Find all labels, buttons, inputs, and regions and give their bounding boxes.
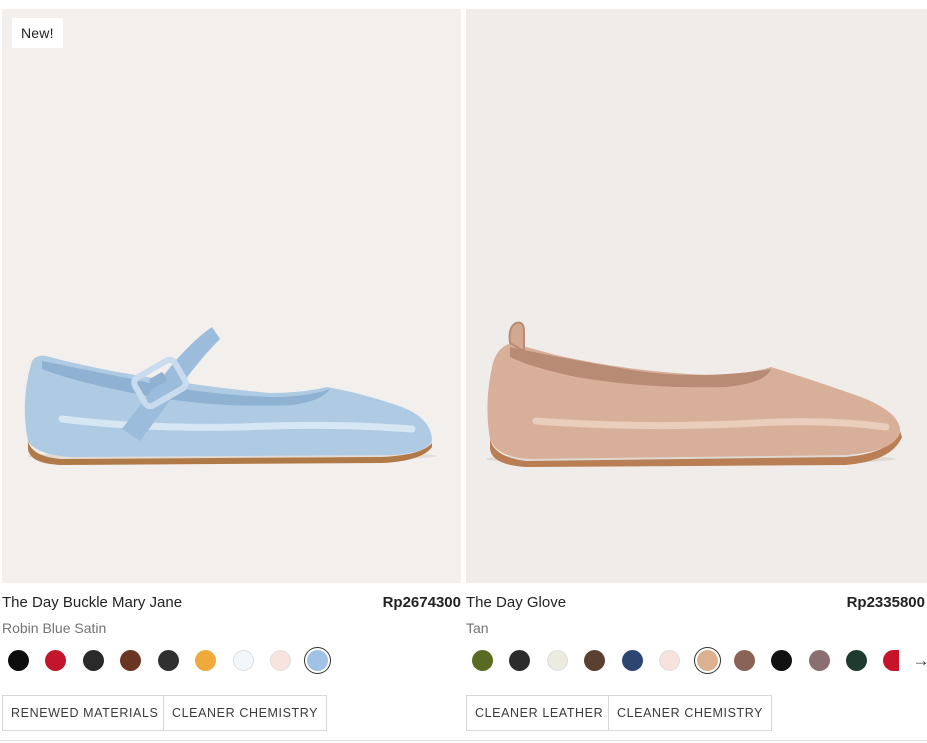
divider <box>0 740 927 741</box>
swatch-black[interactable] <box>771 650 792 671</box>
product-image[interactable] <box>466 9 927 583</box>
swatch-chocolate[interactable] <box>584 650 605 671</box>
swatch-olive[interactable] <box>472 650 493 671</box>
swatch-forest[interactable] <box>846 650 867 671</box>
new-badge: New! <box>12 18 63 48</box>
swatch-mocha[interactable] <box>734 650 755 671</box>
product-card-buckle-mary-jane[interactable]: New! The Day Buckle Mary Jane Rp2674300 … <box>2 0 461 743</box>
color-swatch-list <box>5 647 464 674</box>
color-swatch-list: → <box>469 647 927 674</box>
product-price: Rp2674300 <box>382 594 461 611</box>
swatch-black[interactable] <box>8 650 29 671</box>
swatch-white[interactable] <box>233 650 254 671</box>
product-color-name: Robin Blue Satin <box>2 620 107 636</box>
swatch-robin-blue[interactable] <box>304 647 331 674</box>
swatch-brown[interactable] <box>120 650 141 671</box>
product-price: Rp2335800 <box>846 594 925 611</box>
swatch-dark-gray[interactable] <box>158 650 179 671</box>
swatch-red[interactable] <box>45 650 66 671</box>
product-title-row: The Day Buckle Mary Jane Rp2674300 <box>2 594 461 614</box>
swatch-blush[interactable] <box>659 650 680 671</box>
tag-cleaner-chemistry[interactable]: CLEANER CHEMISTRY <box>608 695 773 731</box>
swatch-bone[interactable] <box>547 650 568 671</box>
tag-cleaner-leather[interactable]: CLEANER LEATHER <box>466 695 613 731</box>
product-name[interactable]: The Day Glove <box>466 594 566 612</box>
product-image[interactable] <box>2 9 461 583</box>
tag-cleaner-chemistry[interactable]: CLEANER CHEMISTRY <box>163 695 328 731</box>
product-title-row: The Day Glove Rp2335800 <box>466 594 927 614</box>
product-grid: New! The Day Buckle Mary Jane Rp2674300 … <box>0 0 927 743</box>
arrow-right-icon[interactable]: → <box>912 650 927 672</box>
tag-renewed-materials[interactable]: RENEWED MATERIALS <box>2 695 168 731</box>
swatch-tan[interactable] <box>694 647 721 674</box>
product-color-name: Tan <box>466 620 489 636</box>
product-name[interactable]: The Day Buckle Mary Jane <box>2 594 182 612</box>
swatch-charcoal[interactable] <box>509 650 530 671</box>
swatch-marigold[interactable] <box>195 650 216 671</box>
swatch-blush[interactable] <box>270 650 291 671</box>
swatch-navy[interactable] <box>622 650 643 671</box>
product-card-day-glove[interactable]: The Day Glove Rp2335800 Tan → CLEANER LE… <box>466 0 927 743</box>
swatch-charcoal[interactable] <box>83 650 104 671</box>
mary-jane-shoe-illustration <box>24 327 437 465</box>
swatch-red[interactable] <box>883 650 899 671</box>
swatch-mauve[interactable] <box>809 650 830 671</box>
ballet-flat-shoe-illustration <box>486 321 902 467</box>
